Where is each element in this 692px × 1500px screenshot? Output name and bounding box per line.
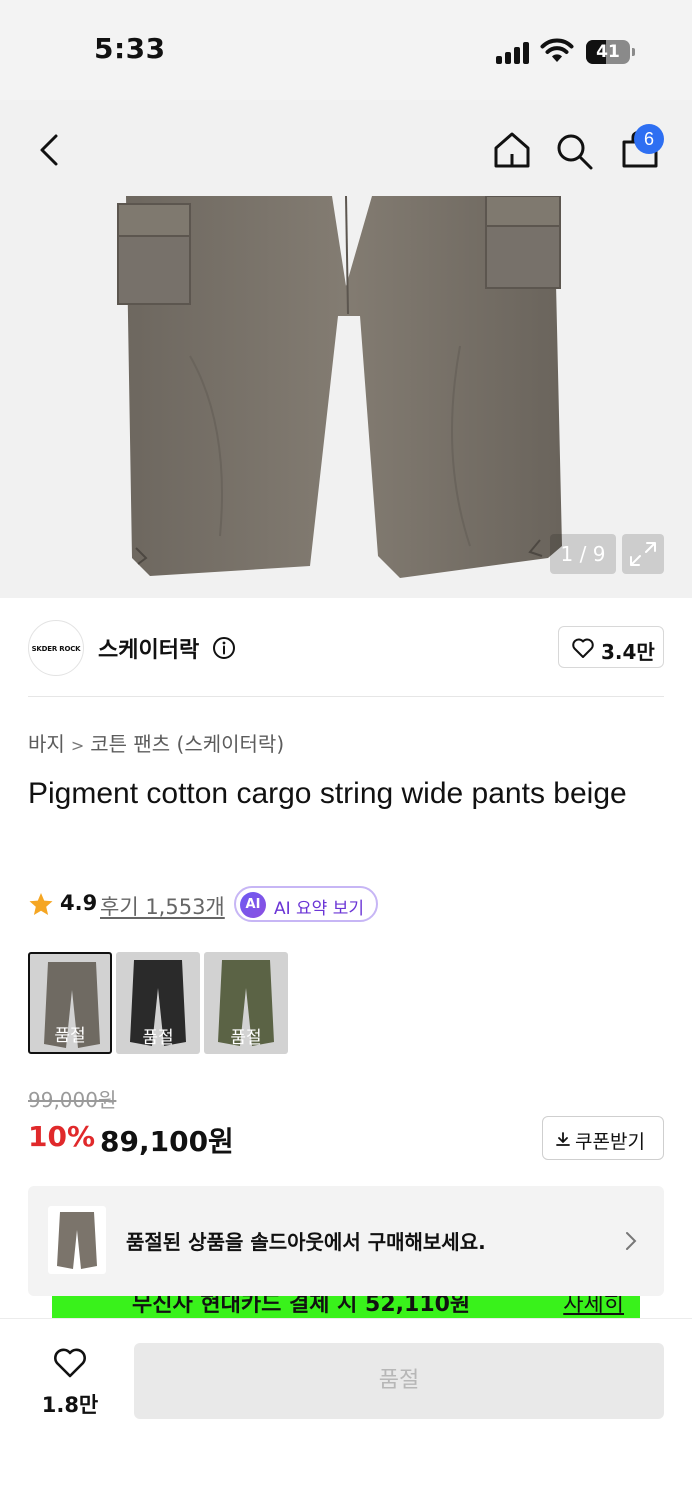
chevron-right-icon: > [70,736,85,755]
product-gallery[interactable]: 6 1 / 9 [0,100,692,598]
coupon-button[interactable]: 쿠폰받기 [542,1116,664,1160]
swatch-option[interactable]: 품절 [28,952,112,1054]
expand-icon[interactable] [622,534,664,574]
signal-icon [496,42,532,64]
image-counter: 1 / 9 [550,534,616,574]
soldout-thumbnail [48,1206,106,1274]
divider [28,696,664,697]
ai-summary-button[interactable]: AI AI 요약 보기 [234,886,378,922]
product-image [117,196,562,578]
original-price: 99,000원 [28,1088,117,1112]
chevron-right-icon [626,1232,637,1250]
breadcrumb-subcategory[interactable]: 코튼 팬츠 (스케이터락) [90,732,284,756]
battery-level: 41 [596,42,620,62]
soldout-banner-text: 품절된 상품을 솔드아웃에서 구매해보세요. [126,1230,486,1254]
search-icon[interactable] [552,130,596,174]
promo-detail-link[interactable]: 자세히 [563,1296,624,1318]
rating-score: 4.9 [60,891,98,915]
soldout-label: 품절 [230,1028,262,1048]
discount-rate: 10% [28,1120,96,1153]
brand-name[interactable]: 스케이터락 [98,632,199,664]
rating-row: 4.9 후기 1,553개 AI AI 요약 보기 [28,886,668,922]
product-title: Pigment cotton cargo string wide pants b… [28,777,627,810]
breadcrumb: 바지 > 코튼 팬츠 (스케이터락) [28,728,284,757]
card-promo-banner[interactable]: 무신사 현대카드 결제 시 52,110원 자세히 [52,1296,640,1318]
swatch-option[interactable]: 품절 [116,952,200,1054]
ai-icon: AI [240,892,266,918]
final-price: 89,100원 [100,1125,234,1158]
wishlist-count: 1.8만 [41,1393,99,1417]
status-bar: 5:33 41 [0,0,692,100]
star-icon [29,893,53,915]
cart-count-badge: 6 [634,124,664,154]
swatch-option[interactable]: 품절 [204,952,288,1054]
soldout-banner[interactable]: 품절된 상품을 솔드아웃에서 구매해보세요. [28,1186,664,1296]
wishlist-button[interactable]: 1.8만 [30,1347,110,1417]
wifi-icon [540,38,574,62]
back-icon[interactable] [30,128,70,172]
home-icon[interactable] [490,128,534,172]
promo-text: 무신사 현대카드 결제 시 52,110원 [132,1296,471,1317]
brand-like-button[interactable]: 3.4만 [558,626,664,668]
battery-icon: 41 [586,40,630,64]
info-icon[interactable] [212,636,236,660]
bottom-action-bar: 1.8만 품절 [0,1318,692,1500]
download-icon [556,1132,570,1146]
soldout-label: 품절 [54,1026,86,1046]
buy-button[interactable]: 품절 [134,1343,664,1419]
status-time: 5:33 [94,32,166,65]
coupon-label: 쿠폰받기 [575,1131,645,1153]
brand-row: SKDER ROCK 스케이터락 3.4만 [28,620,664,676]
battery-cap [632,48,635,56]
soldout-label: 품절 [142,1028,174,1048]
ai-summary-label: AI 요약 보기 [274,899,365,919]
heart-icon [572,638,594,658]
reviews-link[interactable]: 후기 1,553개 [100,891,225,921]
heart-icon [54,1348,86,1378]
breadcrumb-category[interactable]: 바지 [28,732,65,756]
brand-logo[interactable]: SKDER ROCK [28,620,84,676]
brand-like-count: 3.4만 [601,640,655,664]
